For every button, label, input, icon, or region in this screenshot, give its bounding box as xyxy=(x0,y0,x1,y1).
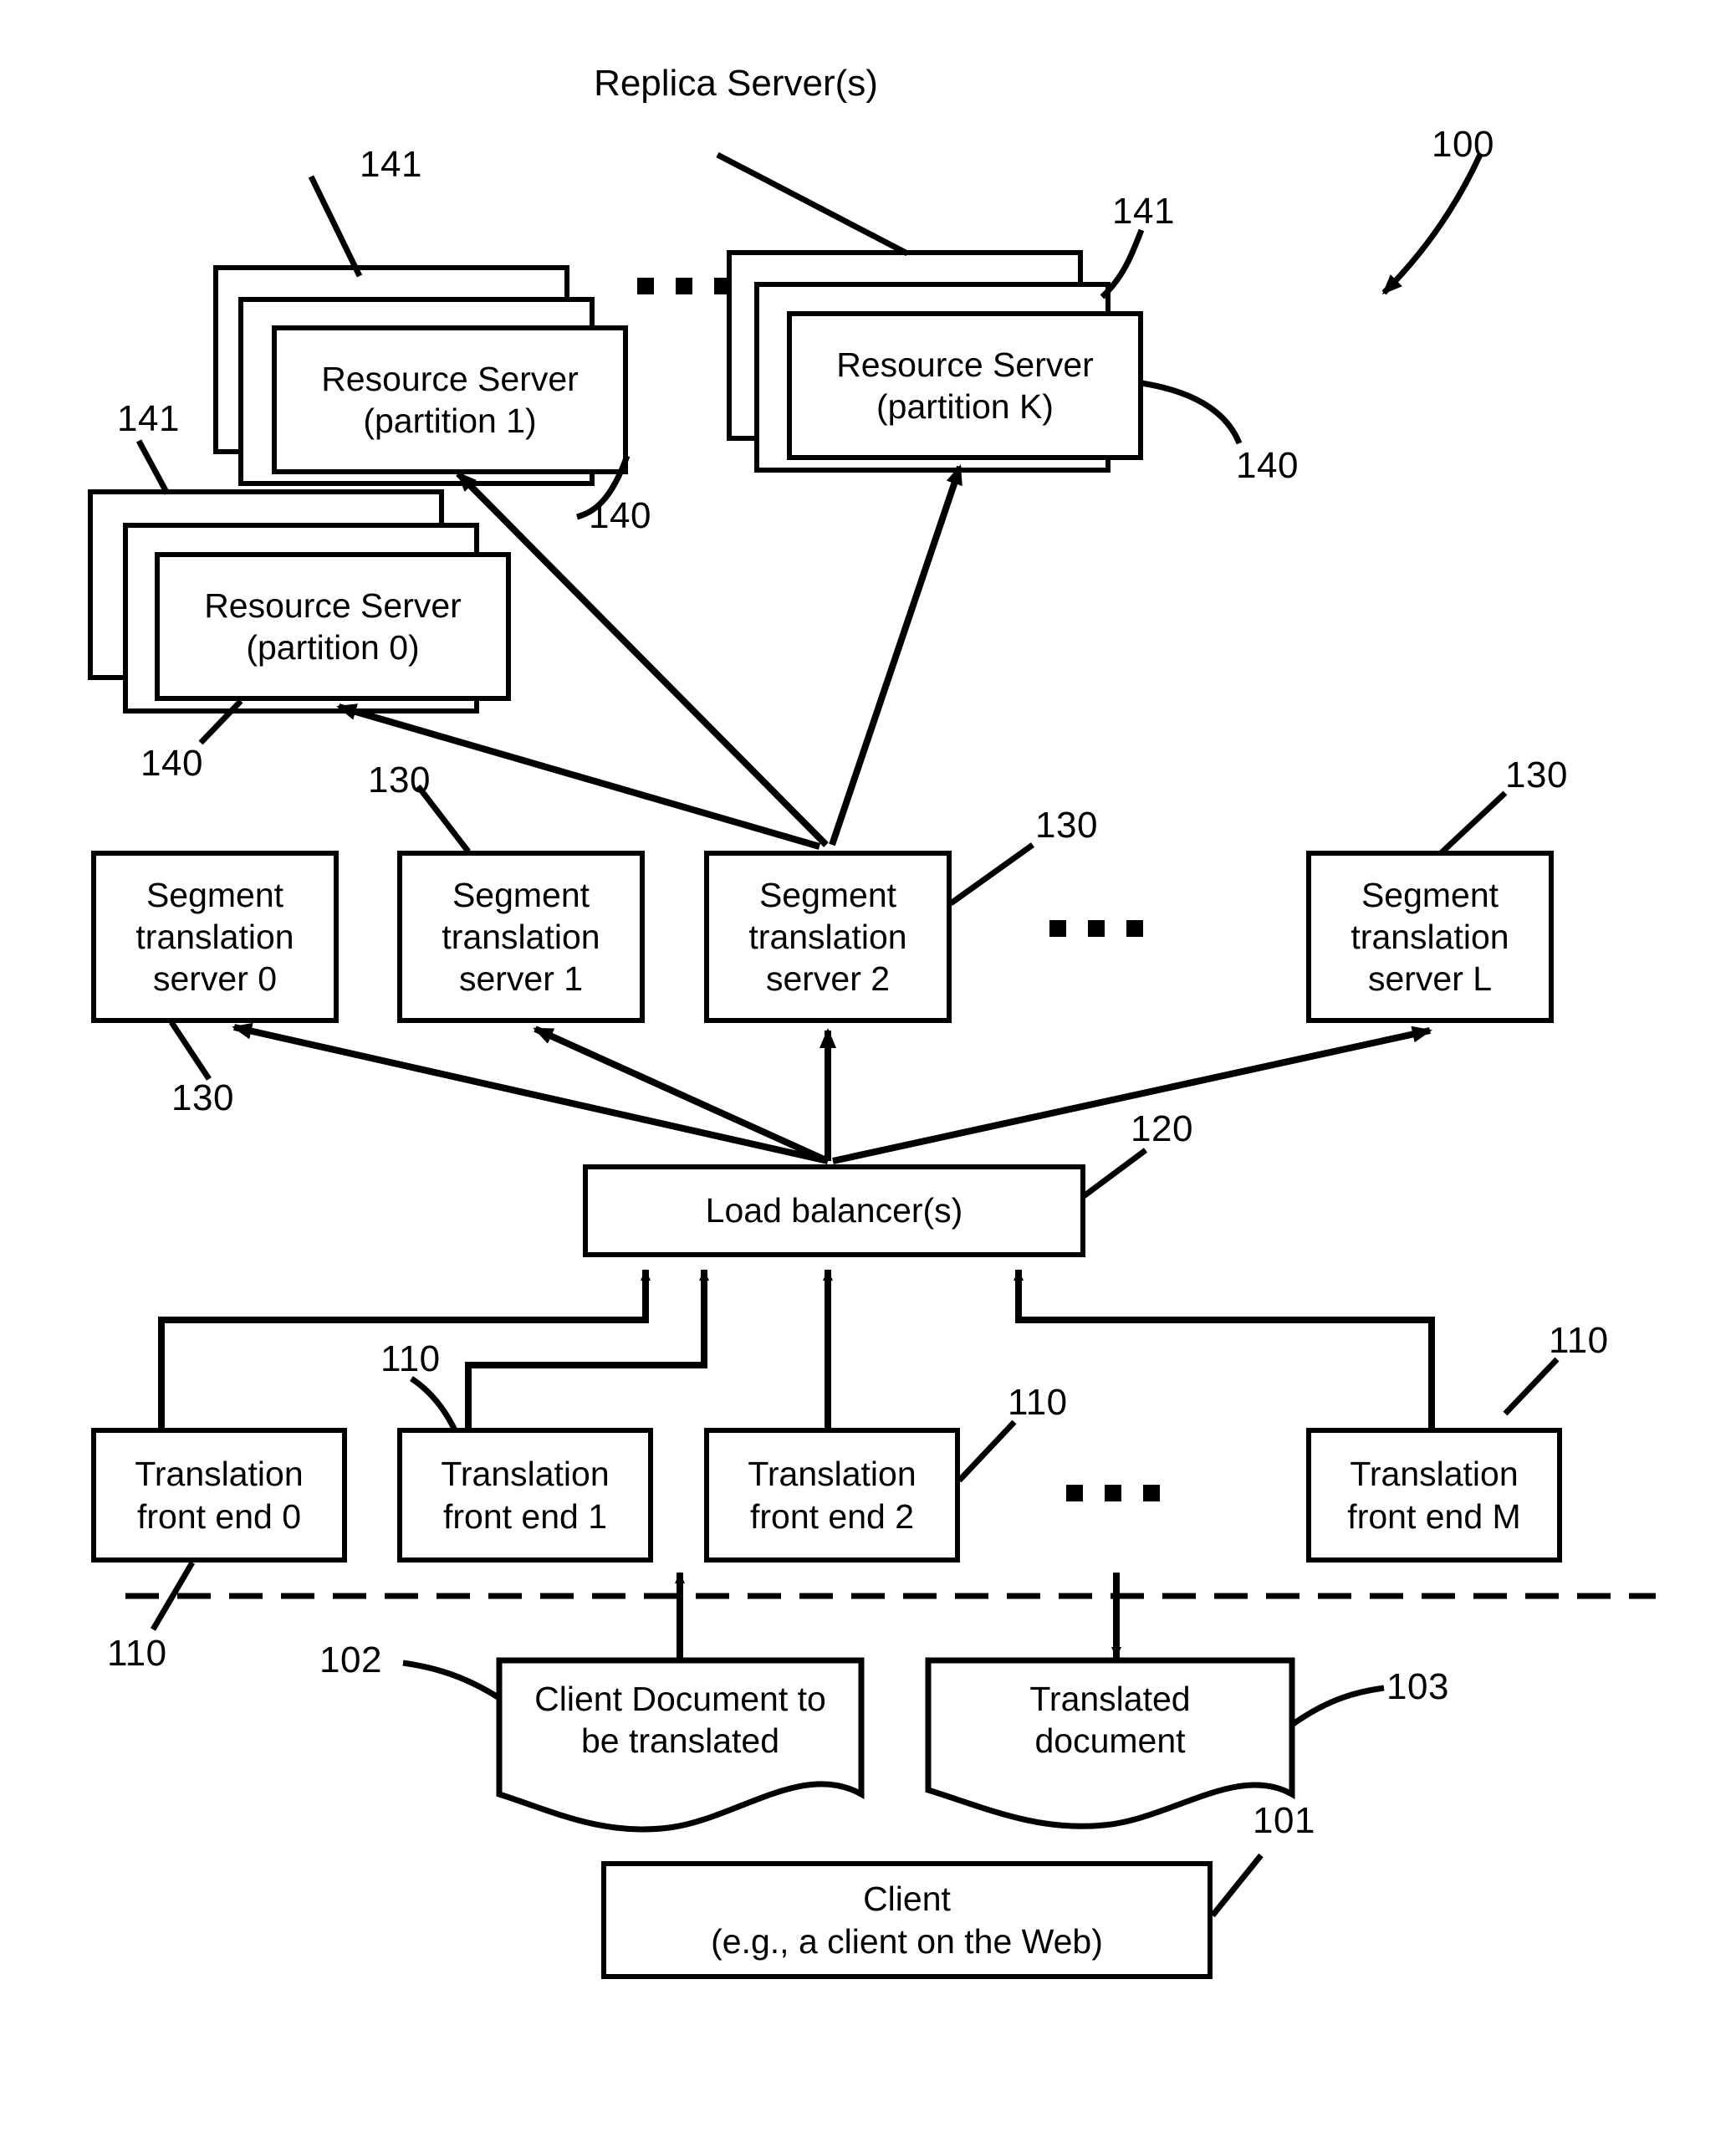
ref-141-partition-0: 141 xyxy=(117,398,180,439)
ref-141-partition-1: 141 xyxy=(360,144,422,185)
seg1-line2: translation xyxy=(442,917,600,956)
leader-140-b xyxy=(1141,380,1243,445)
resource-server-partition-k-label: Resource Server (partition K) xyxy=(789,314,1141,458)
leader-130-s2 xyxy=(948,842,1035,906)
leader-110-fem xyxy=(1503,1357,1560,1416)
segment-translation-server-2-label: Segment translation server 2 xyxy=(707,853,949,1020)
ref-100: 100 xyxy=(1432,124,1494,165)
seg2-line2: translation xyxy=(748,917,907,956)
leader-101 xyxy=(1210,1853,1264,1918)
translated-document-line1: Translated xyxy=(1029,1679,1191,1718)
fem-line1: Translation xyxy=(1350,1455,1519,1494)
ref-130-seg2: 130 xyxy=(1035,805,1098,846)
leader-110-fe1 xyxy=(410,1376,459,1434)
seg1-line1: Segment xyxy=(452,875,590,914)
leader-141-c xyxy=(135,439,171,495)
ref-140-partition-1: 140 xyxy=(589,495,651,536)
leader-120 xyxy=(1081,1148,1148,1199)
resource-server-partition-1-label: Resource Server (partition 1) xyxy=(274,328,625,472)
segment-translation-server-l-label: Segment translation server L xyxy=(1309,853,1551,1020)
resource-server-partition-k-line2: (partition K) xyxy=(876,387,1054,426)
ref-140-partition-k: 140 xyxy=(1236,445,1299,486)
leader-100 xyxy=(1381,153,1483,295)
fe1-line2: front end 1 xyxy=(442,1496,608,1536)
arrow-lb-to-seg1 xyxy=(533,1026,830,1164)
translation-front-end-0-label: Translation front end 0 xyxy=(94,1430,345,1560)
arrow-lb-to-seg0 xyxy=(232,1022,829,1164)
leader-141-b xyxy=(1100,228,1145,299)
ref-130-seg0: 130 xyxy=(171,1077,234,1118)
fe1-line1: Translation xyxy=(441,1455,610,1494)
client-document-label: Client Document to be translated xyxy=(499,1666,861,1773)
leader-102 xyxy=(402,1660,501,1701)
leader-103 xyxy=(1289,1685,1385,1727)
segment-translation-server-1-label: Segment translation server 1 xyxy=(400,853,642,1020)
client-document-line2: be translated xyxy=(580,1721,780,1760)
load-balancer-label-text: Load balancer(s) xyxy=(705,1191,963,1230)
leader-141-a xyxy=(308,175,363,278)
patent-figure: Replica Server(s) 100 Resource Server (p… xyxy=(0,0,1736,2138)
segl-line2: translation xyxy=(1351,917,1509,956)
leader-110-fe2 xyxy=(957,1419,1017,1483)
ref-141-partition-k: 141 xyxy=(1112,191,1175,232)
ellipsis-resource-servers xyxy=(637,278,731,294)
ref-102: 102 xyxy=(319,1639,382,1680)
ref-130-segl: 130 xyxy=(1505,754,1568,795)
replica-servers-label: Replica Server(s) xyxy=(585,33,886,134)
translation-front-end-m-label: Translation front end M xyxy=(1309,1430,1560,1560)
ref-101: 101 xyxy=(1253,1800,1315,1841)
resource-server-partition-0-label: Resource Server (partition 0) xyxy=(157,555,508,698)
load-balancer-label: Load balancer(s) xyxy=(585,1167,1083,1255)
fem-line2: front end M xyxy=(1347,1496,1521,1536)
ref-140-partition-0: 140 xyxy=(140,743,203,784)
connector-fe1-to-lb xyxy=(465,1269,709,1430)
seg2-line1: Segment xyxy=(758,875,897,914)
translation-front-end-1-label: Translation front end 1 xyxy=(400,1430,651,1560)
replica-servers-label-line1: Replica Server(s) xyxy=(594,63,878,105)
segment-translation-server-0-label: Segment translation server 0 xyxy=(94,853,336,1020)
segl-line3: server L xyxy=(1367,959,1493,998)
ellipsis-segment-servers xyxy=(1049,920,1143,937)
ref-103: 103 xyxy=(1386,1666,1449,1707)
ref-130-seg1: 130 xyxy=(368,760,431,800)
ellipsis-front-ends xyxy=(1066,1485,1160,1501)
segl-line1: Segment xyxy=(1361,875,1499,914)
resource-server-partition-k-line1: Resource Server xyxy=(836,345,1094,384)
client-line1: Client xyxy=(863,1880,951,1919)
fe0-line1: Translation xyxy=(135,1455,304,1494)
arrow-seg2-to-partitionk xyxy=(829,464,963,847)
connector-fem-to-lb xyxy=(1014,1269,1435,1430)
fe0-line2: front end 0 xyxy=(136,1496,302,1536)
seg0-line1: Segment xyxy=(146,875,284,914)
seg1-line3: server 1 xyxy=(458,959,584,998)
translation-front-end-2-label: Translation front end 2 xyxy=(707,1430,957,1560)
translated-document-line2: document xyxy=(1034,1721,1186,1760)
client-label: Client (e.g., a client on the Web) xyxy=(604,1864,1210,1977)
resource-server-partition-0-line2: (partition 0) xyxy=(246,628,420,667)
seg0-line3: server 0 xyxy=(152,959,278,998)
leader-130-s0 xyxy=(169,1020,212,1081)
seg0-line2: translation xyxy=(135,917,294,956)
fe2-line2: front end 2 xyxy=(749,1496,915,1536)
ref-110-fe2: 110 xyxy=(1008,1382,1068,1423)
resource-server-partition-1-line1: Resource Server xyxy=(321,359,579,398)
resource-server-partition-1-line2: (partition 1) xyxy=(363,402,537,440)
ref-110-fem: 110 xyxy=(1549,1320,1609,1361)
client-document-line1: Client Document to xyxy=(534,1679,826,1718)
ref-110-fe1: 110 xyxy=(380,1338,441,1379)
translated-document-label: Translated document xyxy=(928,1666,1292,1773)
fe2-line1: Translation xyxy=(748,1455,917,1494)
ref-120: 120 xyxy=(1131,1108,1193,1149)
client-line2: (e.g., a client on the Web) xyxy=(711,1921,1103,1961)
ref-110-fe0: 110 xyxy=(107,1633,167,1674)
resource-server-partition-0-line1: Resource Server xyxy=(204,586,462,625)
seg2-line3: server 2 xyxy=(765,959,891,998)
leader-130-sl xyxy=(1438,790,1508,856)
leader-replica-servers xyxy=(716,151,909,257)
